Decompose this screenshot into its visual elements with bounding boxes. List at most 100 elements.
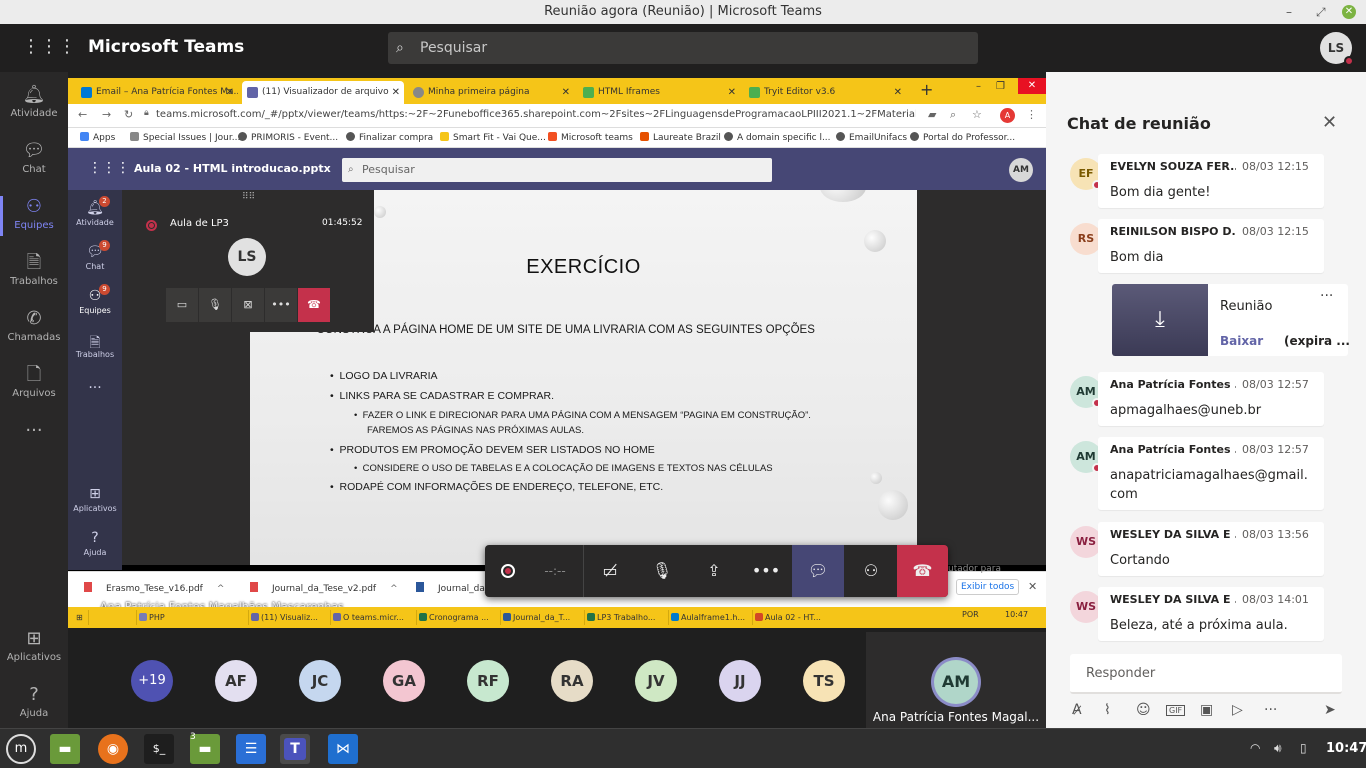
close-tab-icon[interactable]: ✕	[894, 81, 902, 104]
hang-up-icon[interactable]: ☎	[897, 545, 948, 597]
rail-item-assignments[interactable]: 🗎 Trabalhos	[0, 244, 68, 300]
rail-item-teams[interactable]: ⚇ Equipes	[0, 188, 68, 244]
vscode-icon[interactable]: ⋈	[328, 734, 358, 764]
close-tab-icon[interactable]: ✕	[728, 81, 736, 104]
overflow-participants[interactable]: +19	[131, 660, 173, 702]
url-field[interactable]: teams.microsoft.com/_#/pptx/viewer/teams…	[156, 109, 916, 120]
inner-rail-more[interactable]: ···	[68, 380, 122, 398]
share-screen-icon[interactable]: ⇪	[689, 545, 739, 597]
participant-avatar[interactable]: AF	[215, 660, 257, 702]
bookmark[interactable]: Microsoft teams	[548, 132, 633, 143]
files-icon[interactable]: ▬	[50, 734, 80, 764]
inner-rail-activity[interactable]: 🔔︎ 2 Atividade	[68, 196, 122, 227]
camera-icon[interactable]: ▰	[928, 108, 936, 121]
message-bubble[interactable]: WESLEY DA SILVA E ... 08/03 14:01 Beleza,…	[1098, 587, 1324, 641]
download-item[interactable]: Journal_da_	[416, 582, 489, 594]
inner-search-input[interactable]: ⌕ Pesquisar	[342, 158, 772, 182]
wifi-icon[interactable]: ◠	[1250, 741, 1260, 755]
volume-icon[interactable]: 🔊︎	[1274, 741, 1282, 756]
bookmark[interactable]: A domain specific l...	[724, 132, 831, 143]
taskbar-item[interactable]: O teams.micr...	[330, 610, 412, 625]
taskbar-item[interactable]: Journal_da_T...	[500, 610, 580, 625]
browser-tab[interactable]: Minha primeira página ✕	[408, 81, 574, 104]
message-bubble[interactable]: Ana Patrícia Fontes ... 08/03 12:57 anapa…	[1098, 437, 1324, 510]
new-tab-button[interactable]: +	[920, 80, 933, 99]
more-options-icon[interactable]: ···	[1264, 702, 1277, 718]
search-icon[interactable]	[88, 610, 102, 625]
more-icon[interactable]: ···	[1320, 288, 1333, 304]
mic-off-icon[interactable]: 🎙︎	[637, 545, 687, 597]
mint-menu-icon[interactable]: m	[6, 734, 36, 764]
battery-icon[interactable]: ▯	[1300, 741, 1307, 755]
taskbar-language[interactable]: POR	[962, 610, 979, 619]
browser-minimize-button[interactable]: –	[976, 81, 981, 92]
participants-icon[interactable]: ⚇	[845, 545, 897, 597]
gif-icon[interactable]: GIF	[1166, 705, 1186, 716]
send-icon[interactable]: ➤	[1324, 702, 1336, 718]
menu-icon[interactable]: ⋮	[1026, 108, 1037, 121]
windows-start-icon[interactable]: ⊞	[72, 610, 83, 625]
browser-tab-active[interactable]: (11) Visualizador de arquivo ✕	[242, 81, 404, 104]
inner-rail-help[interactable]: ? Ajuda	[68, 530, 122, 557]
chevron-up-icon[interactable]: ^	[390, 584, 398, 594]
taskbar-item[interactable]: AulaIframe1.h...	[668, 610, 748, 625]
app-launcher-icon[interactable]: ⋮⋮⋮	[88, 160, 130, 176]
star-icon[interactable]: ☆	[972, 108, 982, 121]
chevron-up-icon[interactable]: ^	[217, 584, 225, 594]
rail-item-apps[interactable]: ⊞ Aplicativos	[0, 620, 68, 676]
drag-handle-icon[interactable]: ⠿⠿	[242, 192, 255, 202]
mic-icon[interactable]: 🎙︎	[199, 288, 231, 322]
participant-avatar[interactable]: TS	[803, 660, 845, 702]
rail-item-calls[interactable]: ✆ Chamadas	[0, 300, 68, 356]
download-link[interactable]: Baixar	[1220, 334, 1263, 348]
rail-item-activity[interactable]: 🔔︎ Atividade	[0, 76, 68, 132]
recording-card[interactable]: ⤓ Reunião ··· Baixar (expira ...	[1112, 284, 1350, 356]
inner-rail-assignments[interactable]: 🗎 Trabalhos	[68, 332, 122, 359]
profile-icon[interactable]: A	[1000, 108, 1015, 123]
show-all-downloads-button[interactable]: Exibir todos	[956, 579, 1020, 595]
inner-rail-teams[interactable]: ⚇ 9 Equipes	[68, 284, 122, 315]
close-tab-icon[interactable]: ✕	[392, 81, 400, 104]
maximize-button[interactable]: ⤢	[1316, 0, 1326, 24]
message-bubble[interactable]: REINILSON BISPO D... 08/03 12:15 Bom dia	[1098, 219, 1324, 273]
minimize-button[interactable]: –	[1286, 0, 1292, 24]
participant-avatar[interactable]: RA	[551, 660, 593, 702]
participant-avatar[interactable]: JJ	[719, 660, 761, 702]
folder-icon[interactable]: 3 ▬	[190, 732, 220, 764]
meet-now-icon[interactable]: ▷	[1232, 702, 1243, 718]
teams-taskbar-icon[interactable]: T	[280, 734, 310, 764]
rail-item-files[interactable]: 🗋 Arquivos	[0, 356, 68, 412]
bookmark[interactable]: Special Issues | Jour...	[130, 132, 240, 143]
chat-icon[interactable]: 💬︎	[792, 545, 844, 597]
rail-item-more[interactable]: ···	[0, 412, 68, 468]
participant-avatar[interactable]: JC	[299, 660, 341, 702]
browser-tab[interactable]: Email – Ana Patrícia Fontes Ma... ✕	[76, 81, 238, 104]
rail-item-help[interactable]: ? Ajuda	[0, 676, 68, 732]
browser-tab[interactable]: Tryit Editor v3.6 ✕	[744, 81, 906, 104]
hang-up-icon[interactable]: ☎	[298, 288, 330, 322]
more-options-icon[interactable]: •••	[741, 545, 791, 597]
message-bubble[interactable]: Ana Patrícia Fontes ... 08/03 12:57 apmag…	[1098, 372, 1324, 426]
attach-icon[interactable]: ⌇	[1104, 702, 1111, 718]
inner-rail-chat[interactable]: 💬︎ 9 Chat	[68, 240, 122, 271]
taskbar-item[interactable]: (11) Visualiz...	[248, 610, 326, 625]
search-input[interactable]: ⌕ Pesquisar	[388, 32, 978, 64]
firefox-icon[interactable]: ◉	[98, 734, 128, 764]
message-bubble[interactable]: WESLEY DA SILVA E ... 08/03 13:56 Cortand…	[1098, 522, 1324, 576]
taskbar-item[interactable]: PHP	[136, 610, 220, 625]
browser-close-button[interactable]: ✕	[1018, 78, 1046, 94]
mini-call-window[interactable]: ⠿⠿ Aula de LP3 01:45:52 LS ▭ 🎙︎ ⊠ ••• ☎	[122, 190, 374, 332]
zoom-icon[interactable]: ⌕	[950, 108, 956, 122]
inner-avatar[interactable]: AM	[1009, 158, 1033, 182]
app-launcher-icon[interactable]: ⋮⋮⋮	[22, 36, 76, 60]
close-downloads-icon[interactable]: ✕	[1028, 580, 1037, 593]
participant-avatar[interactable]: JV	[635, 660, 677, 702]
camera-off-icon[interactable]: ▭	[166, 288, 198, 322]
forward-icon[interactable]: →	[102, 108, 111, 121]
bookmark[interactable]: Laureate Brazil	[640, 132, 721, 143]
bookmark[interactable]: EmailUnifacs	[836, 132, 907, 143]
download-item[interactable]: Erasmo_Tese_v16.pdf ^	[84, 582, 224, 594]
bookmark[interactable]: Smart Fit - Vai Que...	[440, 132, 546, 143]
reply-input[interactable]: Responder	[1070, 654, 1342, 694]
self-video-tile[interactable]: AM Ana Patrícia Fontes Magal...	[866, 632, 1046, 728]
